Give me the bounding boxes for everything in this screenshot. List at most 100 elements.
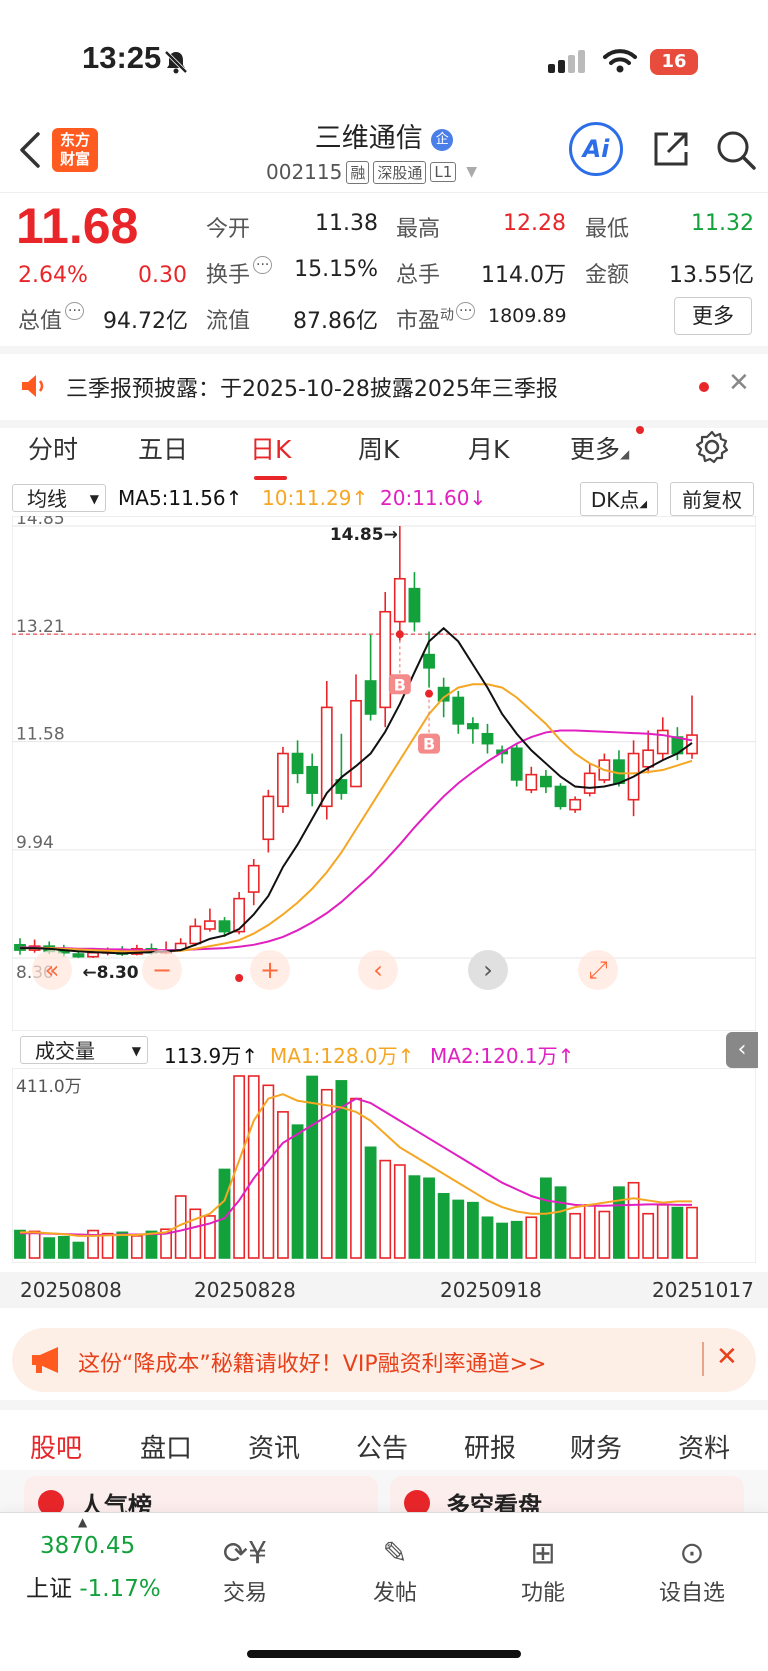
tab-orderbook[interactable]: 盘口 bbox=[140, 1428, 192, 1465]
close-promo-icon[interactable]: ✕ bbox=[716, 1342, 738, 1372]
tab-news[interactable]: 资讯 bbox=[248, 1428, 300, 1465]
promo-banner[interactable]: 这份“降成本”秘籍请收好！VIP融资利率通道>> ✕ bbox=[12, 1328, 756, 1392]
stock-code: 002115 bbox=[266, 160, 343, 184]
volume-ma2: MA2:120.1万↑ bbox=[430, 1044, 575, 1068]
ai-button[interactable]: Ai bbox=[569, 122, 623, 176]
volume-bar bbox=[437, 1192, 450, 1259]
volume-bar bbox=[671, 1206, 684, 1259]
volume-bar bbox=[686, 1206, 698, 1259]
date-axis: 20250808 20250828 20250918 20251017 bbox=[0, 1272, 768, 1308]
nav-trade[interactable]: ⟳¥ 交易 bbox=[195, 1533, 295, 1607]
fire-icon bbox=[38, 1490, 64, 1512]
tab-daily-k[interactable]: 日K bbox=[250, 430, 291, 480]
info-tabs: 股吧 盘口 资讯 公告 研报 财务 资料 bbox=[0, 1400, 768, 1480]
ma-indicator-row: 均线 ▼ MA5:11.56↑ 10:11.29↑ 20:11.60↓ DK点◢ … bbox=[0, 480, 768, 516]
volume-bar bbox=[247, 1075, 260, 1259]
fullscreen-icon[interactable]: ⤢ bbox=[588, 956, 607, 984]
nav-functions[interactable]: ⊞ 功能 bbox=[493, 1533, 593, 1607]
candle-body bbox=[277, 752, 289, 808]
volume-ma1: MA1:128.0万↑ bbox=[270, 1044, 415, 1068]
yen-cycle-icon: ⟳¥ bbox=[222, 1536, 268, 1571]
enterprise-badge-icon: 企 bbox=[431, 128, 454, 151]
info-icon[interactable]: ··· bbox=[253, 256, 273, 274]
volume-bar bbox=[350, 1097, 362, 1259]
volume-bar bbox=[72, 1241, 85, 1259]
dk-point-button[interactable]: DK点◢ bbox=[580, 482, 658, 516]
tab-monthly-k[interactable]: 月K bbox=[468, 430, 509, 466]
quote-panel: 11.68 2.64% 0.30 今开 11.38 最高 12.28 最低 11… bbox=[0, 192, 768, 343]
tab-weekly-k[interactable]: 周K bbox=[358, 430, 399, 466]
low-value: 11.32 bbox=[691, 211, 754, 236]
indicator-dropdown[interactable]: 均线 ▼ bbox=[12, 484, 106, 512]
long-short-card[interactable]: 多空看盘 bbox=[390, 1476, 744, 1512]
caret-up-icon: ▲ bbox=[78, 1515, 88, 1529]
signal-dot bbox=[395, 630, 404, 639]
cellular-signal-icon bbox=[548, 50, 585, 73]
rewind-icon[interactable]: « bbox=[45, 956, 60, 984]
volume-dropdown[interactable]: 成交量 ▼ bbox=[20, 1036, 148, 1064]
volume-bar bbox=[642, 1212, 655, 1259]
candle-body bbox=[554, 785, 567, 808]
tab-finance[interactable]: 财务 bbox=[570, 1428, 622, 1465]
y-tick-label: 9.94 bbox=[16, 833, 54, 853]
status-bar: 13:25 16 bbox=[0, 0, 768, 110]
settings-gear-icon[interactable] bbox=[695, 430, 729, 464]
tag-margin: 融 bbox=[346, 160, 370, 184]
candle-body bbox=[291, 752, 304, 775]
code-dropdown-icon[interactable]: ▼ bbox=[466, 164, 477, 180]
zoom-out-icon[interactable]: − bbox=[152, 956, 172, 984]
index-value[interactable]: 3870.45 bbox=[40, 1533, 135, 1559]
nav-watchlist[interactable]: ⊙ 设自选 bbox=[642, 1533, 742, 1607]
candle-body bbox=[306, 765, 319, 794]
tab-intraday[interactable]: 分时 bbox=[28, 430, 78, 466]
volume-bar bbox=[583, 1204, 596, 1259]
candle-body bbox=[642, 749, 655, 768]
bell-muted-icon bbox=[164, 50, 188, 74]
prev-icon[interactable]: ‹ bbox=[373, 956, 383, 984]
share-icon[interactable] bbox=[650, 128, 692, 170]
unread-dot bbox=[699, 382, 709, 392]
kline-chart[interactable]: 14.8513.2111.589.948.3014.85→←8.30BB«−+‹… bbox=[12, 516, 756, 1031]
ma10-value: 10:11.29↑ bbox=[262, 486, 369, 510]
info-icon[interactable]: ··· bbox=[65, 302, 85, 320]
change-percent: 2.64% bbox=[18, 263, 88, 288]
next-icon[interactable]: › bbox=[483, 956, 493, 984]
total-mv-label: 总值 ··· bbox=[18, 302, 85, 335]
date-label: 20251017 bbox=[652, 1278, 754, 1302]
wifi-icon bbox=[603, 49, 637, 73]
search-icon[interactable] bbox=[714, 128, 758, 172]
tab-profile[interactable]: 资料 bbox=[678, 1428, 730, 1465]
notice-bar[interactable]: 三季报预披露：于2025-10-28披露2025年三季报 ✕ bbox=[0, 346, 768, 428]
candle-body bbox=[583, 772, 596, 794]
candle-body bbox=[539, 775, 552, 788]
tag-connect: 深股通 bbox=[373, 160, 427, 184]
popularity-card[interactable]: 人气榜 bbox=[24, 1476, 378, 1512]
index-row[interactable]: 上证 -1.17% bbox=[26, 1569, 161, 1603]
tab-forum[interactable]: 股吧 bbox=[30, 1428, 82, 1477]
adjust-button[interactable]: 前复权 bbox=[670, 482, 754, 516]
tab-more[interactable]: 更多◢ bbox=[570, 430, 629, 466]
candle-body bbox=[525, 773, 538, 791]
candle-body bbox=[686, 734, 698, 755]
nav-post[interactable]: ✎ 发帖 bbox=[345, 1533, 445, 1607]
amount-value: 13.55亿 bbox=[669, 263, 754, 288]
tab-research[interactable]: 研报 bbox=[464, 1428, 516, 1465]
collapse-panel-icon[interactable]: ‹ bbox=[726, 1032, 758, 1068]
volume-current: 113.9万↑ bbox=[164, 1044, 259, 1068]
zoom-in-icon[interactable]: + bbox=[260, 956, 280, 984]
volume-value: 114.0万 bbox=[481, 263, 566, 288]
card-row: 人气榜 多空看盘 bbox=[0, 1470, 768, 1512]
tab-announcement[interactable]: 公告 bbox=[356, 1428, 408, 1465]
close-icon[interactable]: ✕ bbox=[728, 368, 750, 398]
volume-bar bbox=[43, 1237, 56, 1259]
more-quote-button[interactable]: 更多 bbox=[674, 297, 752, 335]
volume-bar bbox=[408, 1175, 421, 1259]
ma20-value: 20:11.60↓ bbox=[380, 486, 487, 510]
volume-bar bbox=[466, 1201, 479, 1259]
volume-bar bbox=[598, 1210, 611, 1259]
total-mv-value: 94.72亿 bbox=[103, 309, 188, 334]
tab-five-day[interactable]: 五日 bbox=[138, 430, 188, 466]
candle-body bbox=[569, 798, 582, 811]
info-icon[interactable]: ··· bbox=[456, 302, 476, 320]
volume-bar bbox=[233, 1075, 246, 1259]
